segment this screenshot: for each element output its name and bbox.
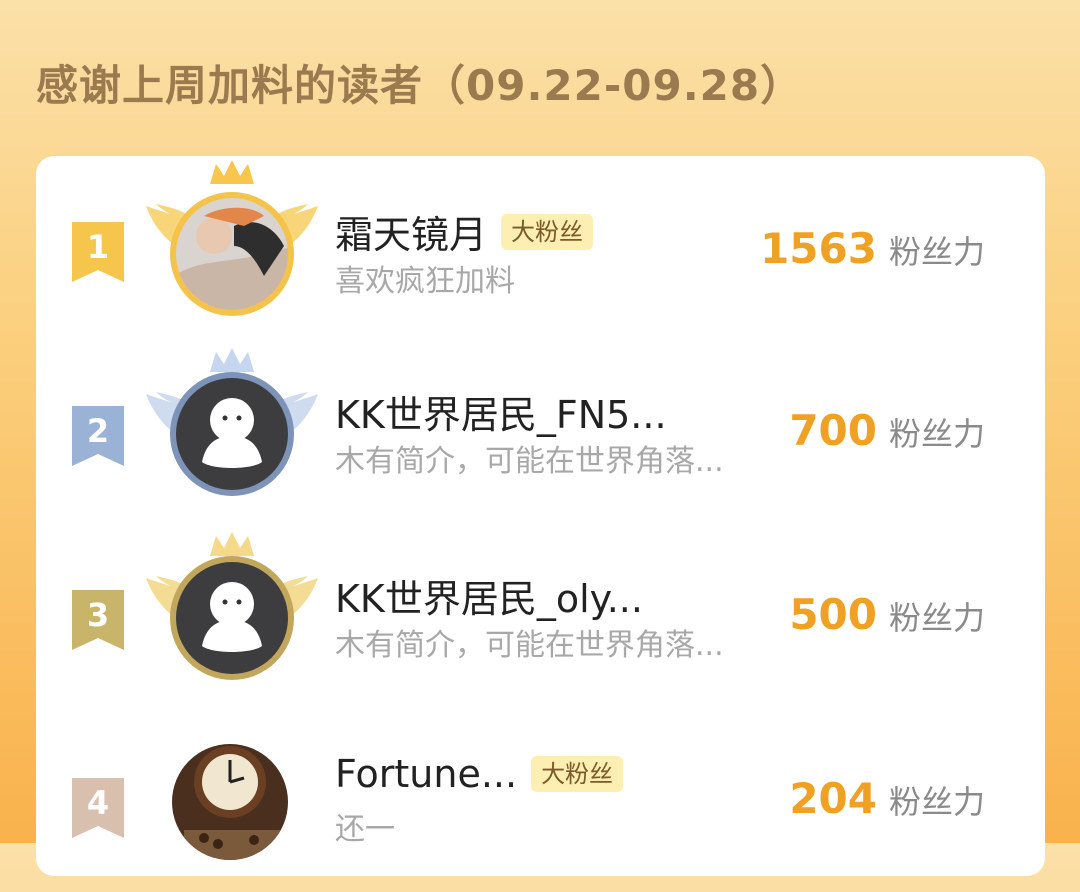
avatar-frame-gold[interactable]	[144, 156, 320, 336]
user-bio: 还一	[335, 812, 395, 847]
score-value: 700	[789, 406, 877, 455]
ranking-card: 1 霜天镜月 大粉丝 喜欢疯狂加料 1563 粉丝力 2 KK世界居民_FN5.…	[36, 156, 1045, 876]
avatar-frame-silver[interactable]	[144, 344, 320, 524]
score-value: 1563	[760, 224, 877, 273]
fan-power-score: 500 粉丝力	[789, 590, 985, 639]
user-name[interactable]: Fortune...	[335, 752, 517, 796]
score-unit: 粉丝力	[888, 233, 985, 271]
avatar-plain[interactable]	[144, 712, 320, 892]
page-title: 感谢上周加料的读者（09.22-09.28）	[36, 61, 804, 110]
fan-power-score: 700 粉丝力	[789, 406, 985, 455]
rank-ribbon-1: 1	[72, 222, 124, 282]
crown-icon	[210, 532, 254, 556]
crown-icon	[210, 160, 254, 184]
ranking-row-1[interactable]: 1 霜天镜月 大粉丝 喜欢疯狂加料 1563 粉丝力	[36, 156, 1045, 336]
user-name[interactable]: KK世界居民_oly...	[335, 568, 643, 623]
ranking-row-3[interactable]: 3 KK世界居民_oly... 木有简介，可能在世界角落... 500 粉丝力	[36, 528, 1045, 708]
ranking-row-4[interactable]: 4 Fortune... 大粉丝 还一 204 粉丝力	[36, 712, 1045, 892]
user-bio: 喜欢疯狂加料	[335, 264, 515, 299]
user-bio: 木有简介，可能在世界角落...	[335, 444, 724, 479]
user-name[interactable]: KK世界居民_FN5...	[335, 384, 667, 439]
score-unit: 粉丝力	[888, 415, 985, 453]
rank-ribbon-3: 3	[72, 590, 124, 650]
avatar-frame-bronze[interactable]	[144, 528, 320, 708]
fan-badge: 大粉丝	[501, 213, 594, 250]
rank-ribbon-4: 4	[72, 778, 124, 838]
fan-power-score: 1563 粉丝力	[760, 224, 985, 273]
user-name[interactable]: 霜天镜月	[335, 204, 487, 259]
score-unit: 粉丝力	[888, 599, 985, 637]
user-bio: 木有简介，可能在世界角落...	[335, 628, 724, 663]
fan-badge: 大粉丝	[531, 756, 624, 792]
fan-power-score: 204 粉丝力	[789, 774, 985, 823]
score-unit: 粉丝力	[888, 783, 985, 821]
crown-icon	[210, 348, 254, 372]
ranking-row-2[interactable]: 2 KK世界居民_FN5... 木有简介，可能在世界角落... 700 粉丝力	[36, 344, 1045, 524]
clock-photo-avatar	[172, 744, 288, 860]
rank-ribbon-2: 2	[72, 406, 124, 466]
score-value: 500	[789, 590, 877, 639]
score-value: 204	[789, 774, 877, 823]
